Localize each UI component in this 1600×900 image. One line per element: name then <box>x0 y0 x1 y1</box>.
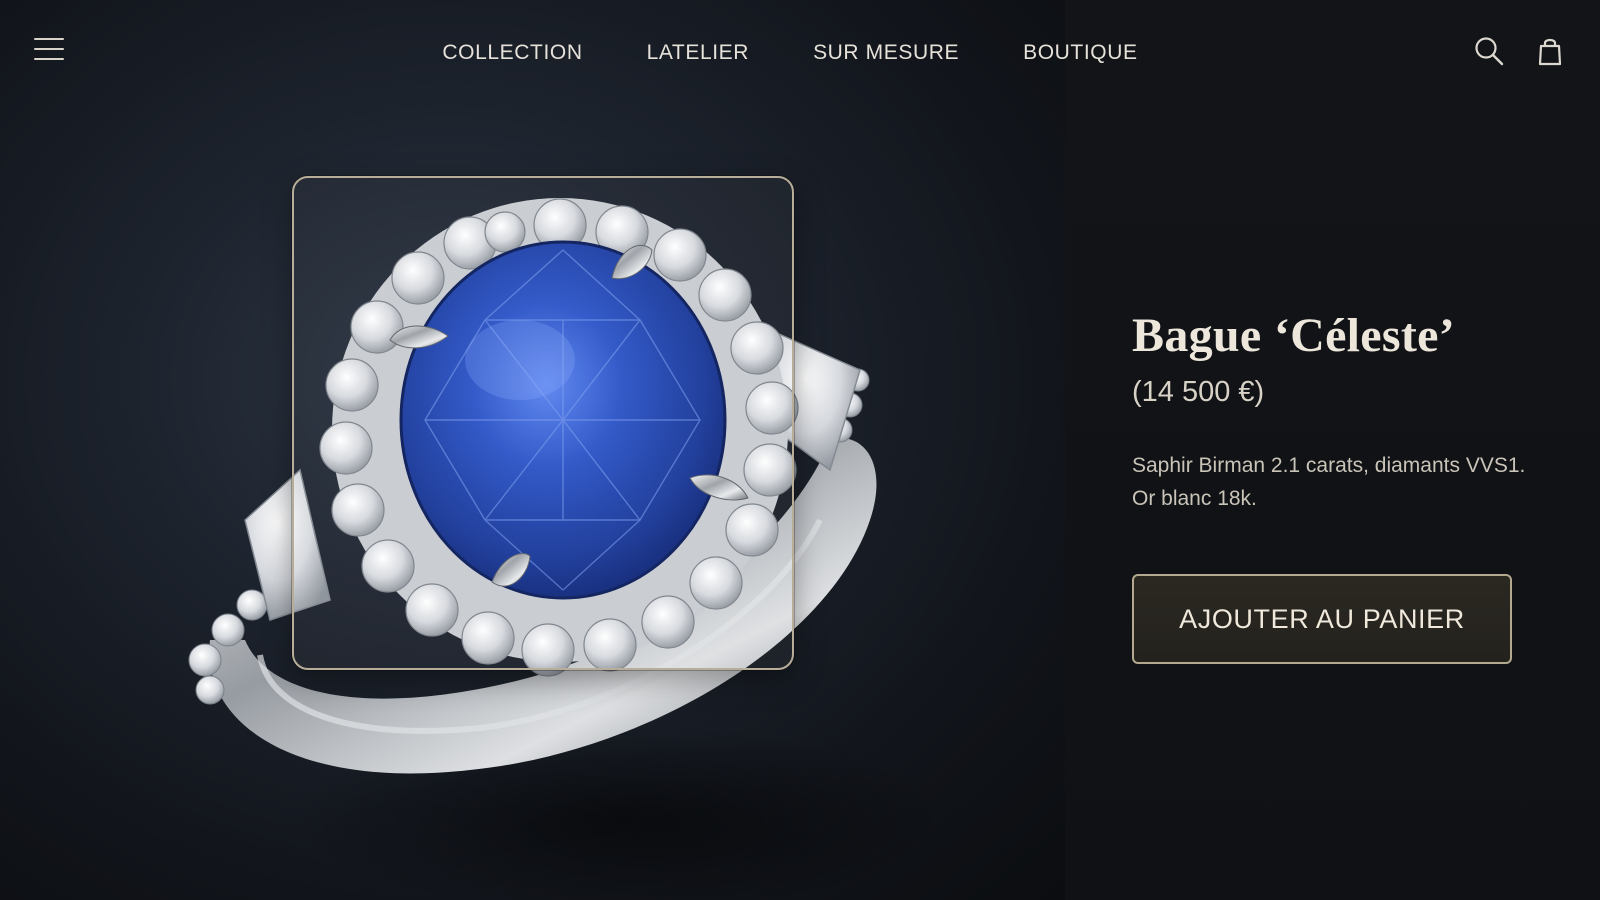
product-price: (14 500 €) <box>1132 376 1265 408</box>
hero-image-area <box>0 0 1065 900</box>
main-nav: COLLECTION LATELIER SUR MESURE BOUTIQUE <box>440 38 1140 68</box>
nav-item-latelier[interactable]: LATELIER <box>647 38 749 68</box>
nav-item-boutique[interactable]: BOUTIQUE <box>1023 38 1137 68</box>
description-line-1: Saphir Birman 2.1 carats, diamants VVS1. <box>1132 454 1526 477</box>
hamburger-menu-icon[interactable] <box>34 38 64 64</box>
shopping-bag-icon[interactable] <box>1533 34 1567 68</box>
top-header: COLLECTION LATELIER SUR MESURE BOUTIQUE <box>0 0 1600 105</box>
nav-item-sur-mesure[interactable]: SUR MESURE <box>813 38 959 68</box>
product-title: Bague ‘Céleste’ <box>1132 309 1456 362</box>
search-icon[interactable] <box>1472 34 1506 68</box>
image-focus-frame <box>292 176 794 670</box>
add-to-cart-button[interactable]: AJOUTER AU PANIER <box>1132 574 1512 664</box>
nav-item-collection[interactable]: COLLECTION <box>442 38 582 68</box>
description-line-2: Or blanc 18k. <box>1132 487 1257 510</box>
product-info: Bague ‘Céleste’ (14 500 €) Saphir Birman… <box>1132 305 1572 515</box>
product-description: Saphir Birman 2.1 carats, diamants VVS1.… <box>1132 449 1572 515</box>
